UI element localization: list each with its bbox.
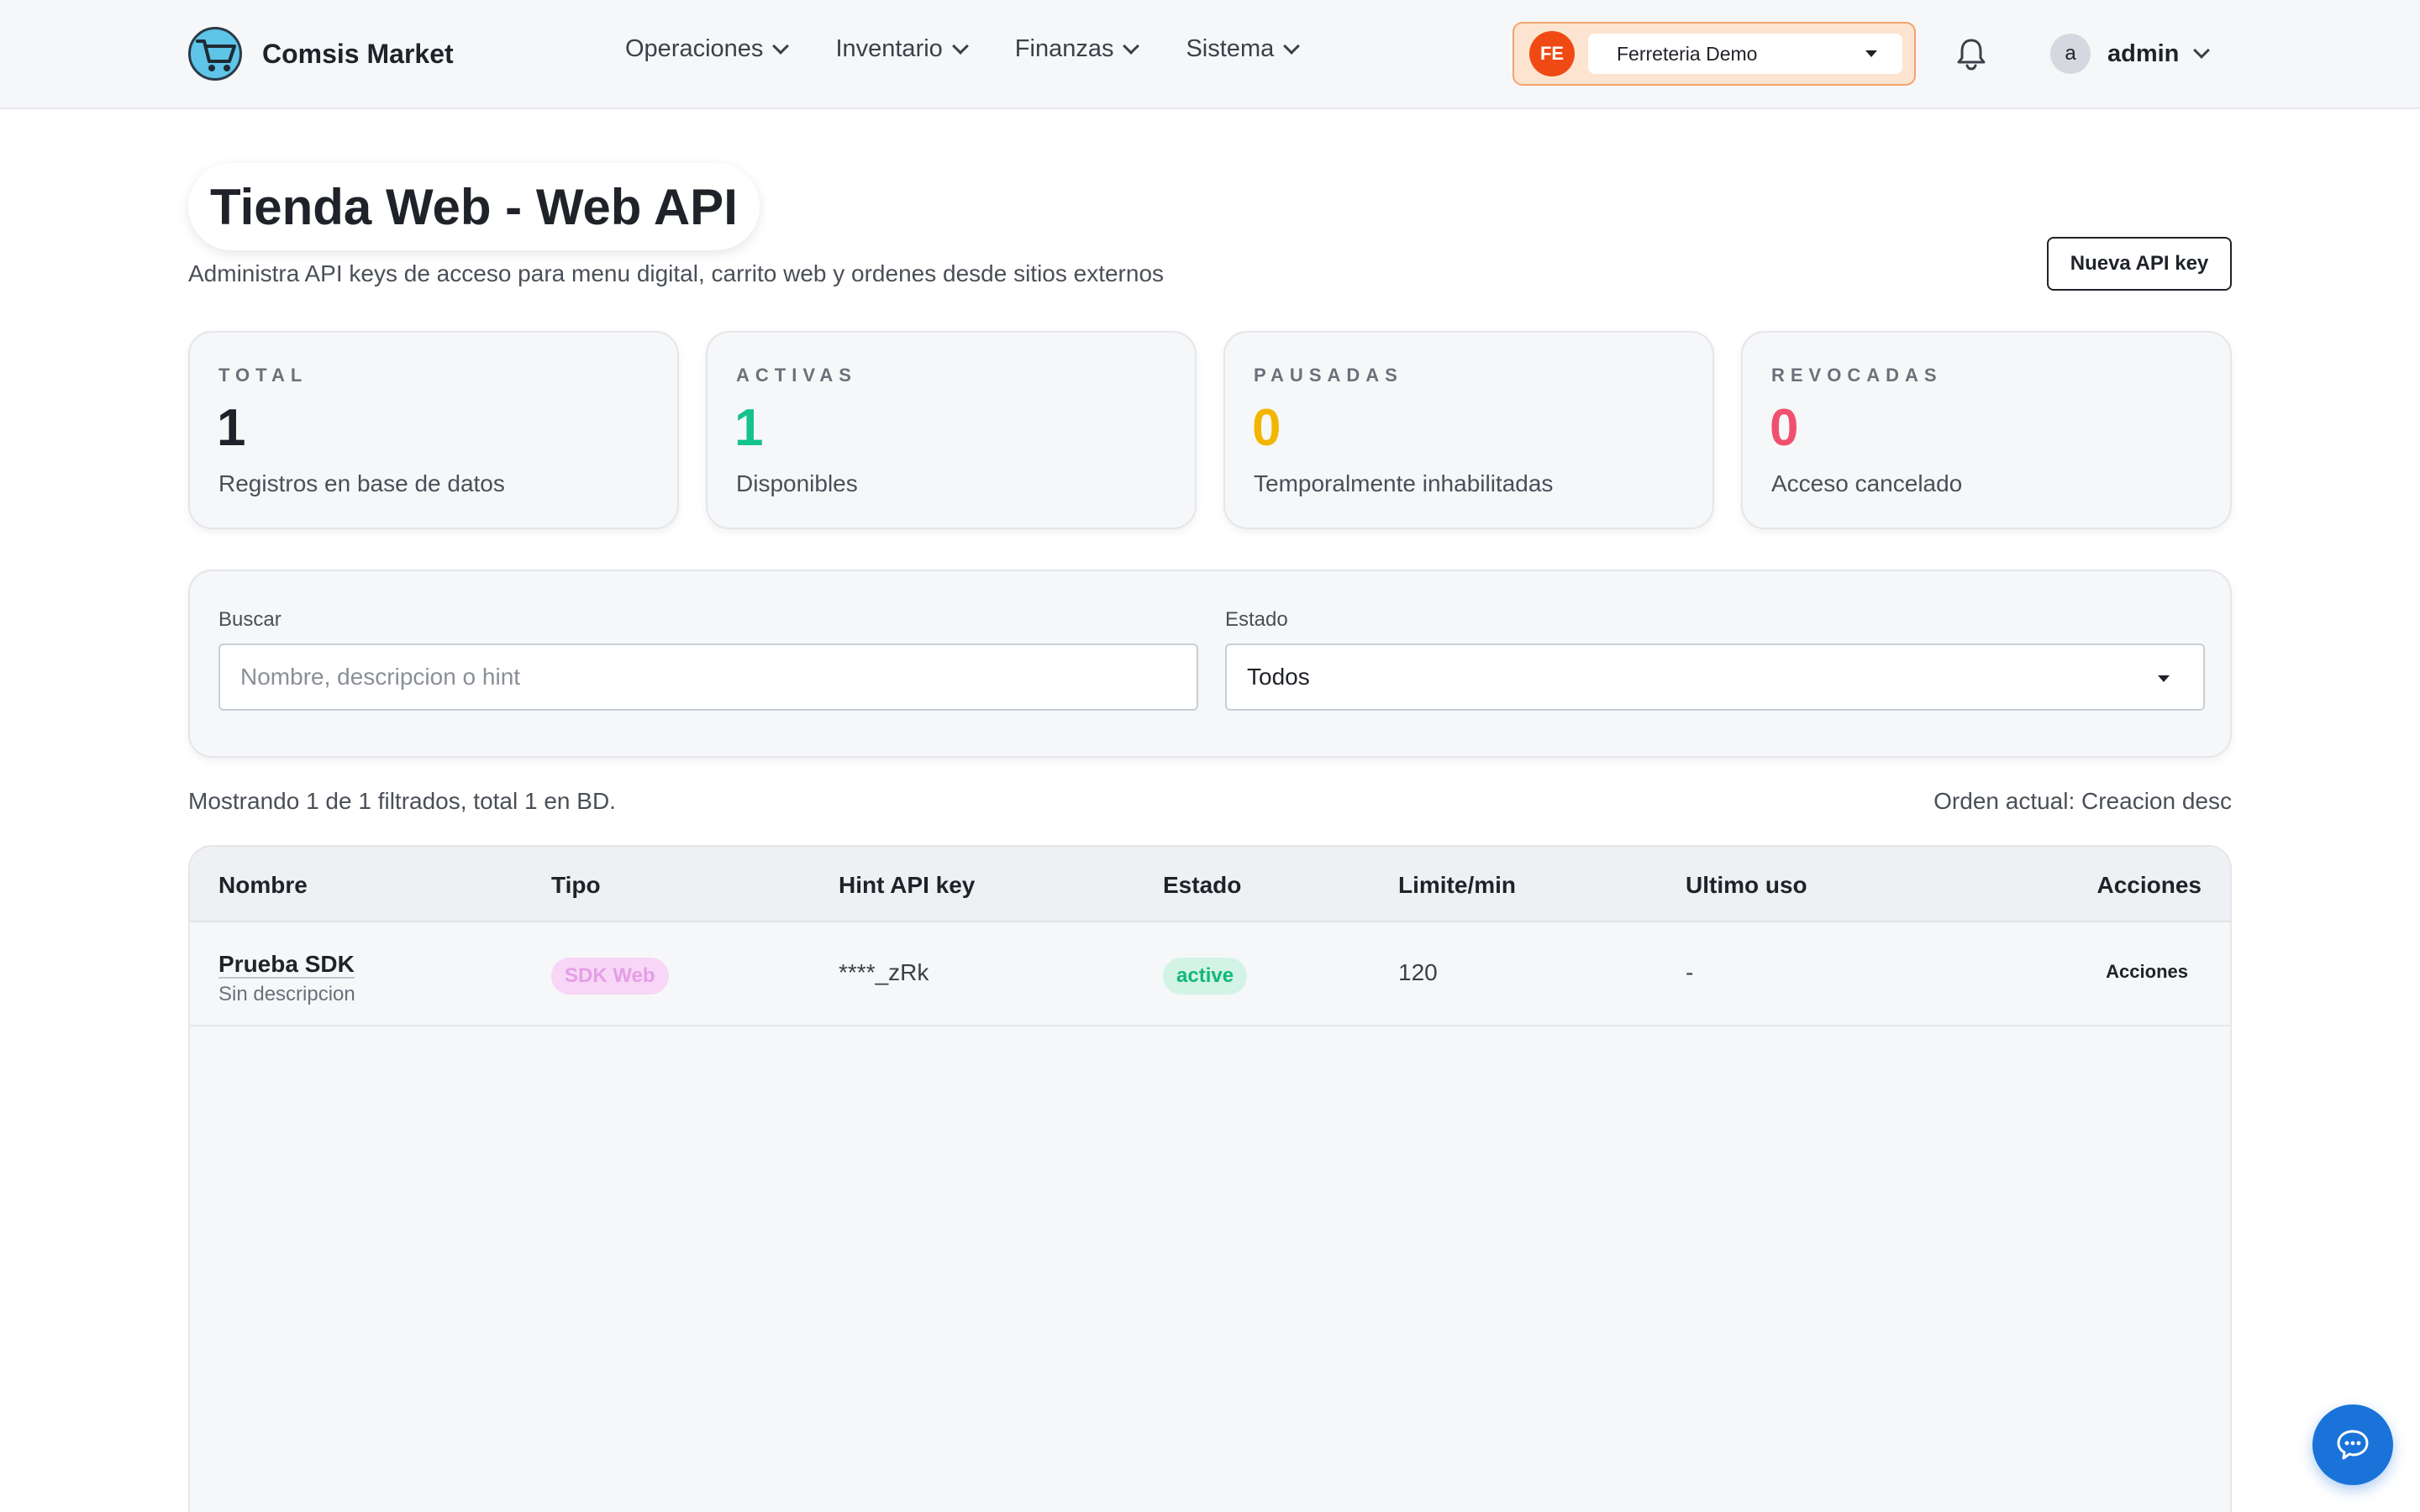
stat-desc: Acceso cancelado (1771, 470, 1963, 496)
type-badge: SDK Web (551, 958, 669, 995)
column-header-limite[interactable]: Limite/min (1398, 872, 1516, 899)
state-select[interactable]: Todos (1225, 643, 2205, 711)
menu-operaciones-label: Operaciones (625, 35, 764, 62)
menu-inventario[interactable]: Inventario (835, 35, 969, 63)
column-header-acciones: Acciones (2096, 872, 2202, 898)
search-input[interactable] (218, 643, 1198, 711)
store-select[interactable]: Ferreteria Demo (1588, 34, 1902, 74)
top-navbar: Comsis Market Operaciones Inventario Fin… (0, 0, 2420, 109)
row-name-link[interactable]: Prueba SDK (218, 951, 355, 978)
avatar: a (2050, 34, 2091, 74)
row-hint: ****_zRk (839, 959, 929, 985)
stat-desc: Disponibles (736, 470, 858, 496)
stat-value: 0 (1770, 399, 1799, 457)
menu-finanzas[interactable]: Finanzas (1014, 35, 1140, 63)
row-limit: 120 (1398, 959, 1438, 985)
stat-label: ACTIVAS (736, 365, 857, 386)
chevron-down-icon (1283, 37, 1301, 55)
column-header-nombre[interactable]: Nombre (218, 872, 308, 899)
stat-value: 1 (217, 399, 246, 457)
row-last-use: - (1686, 959, 1694, 985)
column-header-ultimo-uso[interactable]: Ultimo uso (1686, 872, 1807, 899)
stat-card-pausadas: PAUSADAS 0 Temporalmente inhabilitadas (1223, 331, 1714, 529)
current-order: Orden actual: Creacion desc (1933, 788, 2232, 814)
menu-inventario-label: Inventario (835, 35, 943, 62)
brand-name: Comsis Market (262, 38, 454, 69)
chevron-down-icon (772, 37, 790, 55)
shopping-cart-icon (188, 27, 242, 81)
page-title: Tienda Web - Web API (210, 178, 738, 235)
stat-desc: Temporalmente inhabilitadas (1254, 470, 1554, 496)
api-keys-table: Nombre Tipo Hint API key Estado Limite/m… (188, 845, 2232, 1512)
stat-card-revocadas: REVOCADAS 0 Acceso cancelado (1741, 331, 2232, 529)
chevron-down-icon (1123, 37, 1140, 55)
bell-icon[interactable] (1956, 37, 1986, 75)
stat-value: 0 (1252, 399, 1281, 457)
caret-down-icon (1865, 50, 1877, 57)
stat-card-activas: ACTIVAS 1 Disponibles (706, 331, 1197, 529)
chat-bubble-icon (2337, 1430, 2369, 1460)
chat-button[interactable] (2312, 1404, 2393, 1485)
user-menu[interactable]: a admin (2050, 34, 2211, 74)
chevron-down-icon (951, 37, 969, 55)
filter-panel: Buscar Estado Todos (188, 570, 2232, 758)
menu-sistema-label: Sistema (1186, 35, 1275, 62)
store-name: Ferreteria Demo (1617, 42, 1758, 65)
page-title-box: Tienda Web - Web API (188, 163, 760, 250)
row-actions-button[interactable]: Acciones (2106, 961, 2188, 983)
state-label: Estado (1225, 608, 1288, 631)
menu-operaciones[interactable]: Operaciones (625, 35, 790, 63)
brand[interactable]: Comsis Market (188, 27, 454, 81)
user-name: admin (2107, 39, 2180, 67)
chevron-down-icon (2193, 42, 2211, 59)
stat-label: PAUSADAS (1254, 365, 1403, 386)
table-header: Nombre Tipo Hint API key Estado Limite/m… (190, 847, 2230, 922)
stat-desc: Registros en base de datos (218, 470, 505, 496)
row-description: Sin descripcion (218, 983, 355, 1005)
column-header-tipo[interactable]: Tipo (551, 872, 601, 899)
new-api-key-button[interactable]: Nueva API key (2047, 237, 2232, 291)
stat-value: 1 (734, 399, 764, 457)
column-header-hint[interactable]: Hint API key (839, 872, 975, 899)
state-select-value: Todos (1247, 664, 1310, 690)
main-menu: Operaciones Inventario Finanzas Sistema (625, 35, 1301, 63)
status-badge: active (1163, 958, 1248, 995)
stat-label: REVOCADAS (1771, 365, 1943, 386)
stat-card-total: TOTAL 1 Registros en base de datos (188, 331, 679, 529)
results-count: Mostrando 1 de 1 filtrados, total 1 en B… (188, 788, 616, 814)
menu-sistema[interactable]: Sistema (1186, 35, 1301, 63)
stat-label: TOTAL (218, 365, 308, 386)
table-row: Prueba SDK Sin descripcion SDK Web ****_… (190, 922, 2230, 1026)
page-subtitle: Administra API keys de acceso para menu … (188, 260, 1165, 286)
column-header-estado[interactable]: Estado (1163, 872, 1241, 899)
caret-down-icon (2158, 675, 2170, 682)
search-label: Buscar (218, 608, 281, 631)
store-switcher: FE Ferreteria Demo (1512, 22, 1916, 86)
menu-finanzas-label: Finanzas (1014, 35, 1114, 62)
store-avatar: FE (1529, 31, 1575, 76)
